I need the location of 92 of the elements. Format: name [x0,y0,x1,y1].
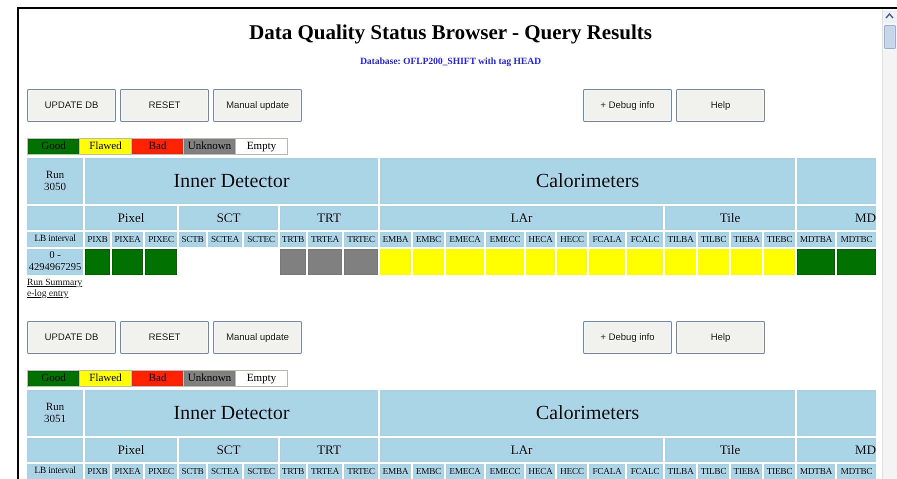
column-header: SCTEC [244,232,278,247]
column-header: EMECC [486,464,524,479]
interval-cell: 0 - 4294967295 [27,249,83,275]
column-header: FCALA [589,232,625,247]
column-header: TRTEA [308,464,342,479]
subsystem-header: Tile [665,438,795,462]
column-header: EMECC [486,232,524,247]
column-header: TILBC [698,232,729,247]
subsystem-header: Pixel [85,438,177,462]
column-header: PIXB [85,232,110,247]
column-header: PIXEA [112,464,143,479]
subsystem-header: TRT [280,438,378,462]
page-title: Data Quality Status Browser - Query Results [249,20,652,44]
column-header: EMBC [413,464,444,479]
toolbar-button[interactable]: Manual update [213,89,302,122]
toolbar-button[interactable]: Help [676,89,765,122]
column-header: TIEBA [731,464,762,479]
column-header: FCALA [589,464,625,479]
column-header: HECA [526,464,555,479]
legend-item: Unknown [184,139,236,154]
column-header: EMBA [380,232,411,247]
run-number: Run 3051 [27,390,83,436]
legend-item: Flawed [80,139,132,154]
column-header: PIXEC [145,232,177,247]
column-header: TRTEA [308,232,342,247]
scroll-thumb[interactable] [884,25,896,49]
column-header: MDTBC [837,464,876,479]
column-header: FCALC [627,232,663,247]
column-header: TIEBC [764,464,795,479]
subsystem-header: MD [797,206,876,230]
column-header: SCTEA [208,464,242,479]
legend-item: Good [28,139,80,154]
system-header: Inner Detector [85,390,378,436]
system-header: Inner Detector [85,158,378,204]
toolbar-button[interactable]: UPDATE DB [27,321,116,354]
toolbar-button[interactable]: UPDATE DB [27,89,116,122]
column-header: TRTB [280,464,306,479]
column-header: TIEBA [731,232,762,247]
column-header: MDTBC [837,232,876,247]
subsystem-header: Tile [665,206,795,230]
run-link[interactable]: Run Summary [27,278,82,289]
toolbar-button[interactable]: + Debug info [583,321,672,354]
column-header: HECC [557,232,587,247]
system-header: Calorimeters [380,158,795,204]
column-header: TILBA [665,464,696,479]
scrollbar[interactable] [882,9,897,479]
column-header: LB interval [27,464,83,479]
run-link[interactable]: e-log entry [27,289,68,300]
subsystem-header: LAr [380,438,663,462]
column-header: EMBC [413,232,444,247]
toolbar-button[interactable]: RESET [120,89,209,122]
column-header: MDTBA [797,232,835,247]
scroll-up-icon[interactable] [883,9,896,23]
toolbar-button[interactable]: Manual update [213,321,302,354]
subsystem-header: MD [797,438,876,462]
column-header: LB interval [27,232,83,247]
run-number: Run 3050 [27,158,83,204]
column-header: HECC [557,464,587,479]
toolbar-button[interactable]: Help [676,321,765,354]
column-header: PIXB [85,464,110,479]
column-header: TRTB [280,232,306,247]
system-header: Calorimeters [380,390,795,436]
column-header: SCTEA [208,232,242,247]
subsystem-header: TRT [280,206,378,230]
column-header: EMECA [446,464,484,479]
column-header: FCALC [627,464,663,479]
toolbar-button[interactable]: RESET [120,321,209,354]
legend-item: Good [28,371,80,386]
column-header: SCTB [179,232,206,247]
column-header: SCTB [179,464,206,479]
column-header: TRTEC [344,464,378,479]
legend-item: Bad [132,139,184,154]
toolbar-button[interactable]: + Debug info [583,89,672,122]
database-label: Database: OFLP200_SHIFT with tag HEAD [360,57,541,67]
subsystem-header: Pixel [85,206,177,230]
column-header: PIXEC [145,464,177,479]
column-header: PIXEA [112,232,143,247]
column-header: EMECA [446,232,484,247]
legend-item: Unknown [184,371,236,386]
column-header: EMBA [380,464,411,479]
subsystem-header: LAr [380,206,663,230]
column-header: HECA [526,232,555,247]
column-header: TILBA [665,232,696,247]
legend-item: Flawed [80,371,132,386]
subsystem-header: SCT [179,206,278,230]
subsystem-header: SCT [179,438,278,462]
column-header: MDTBA [797,464,835,479]
column-header: TIEBC [764,232,795,247]
column-header: TRTEC [344,232,378,247]
column-header: TILBC [698,464,729,479]
column-header: SCTEC [244,464,278,479]
legend-item: Bad [132,371,184,386]
